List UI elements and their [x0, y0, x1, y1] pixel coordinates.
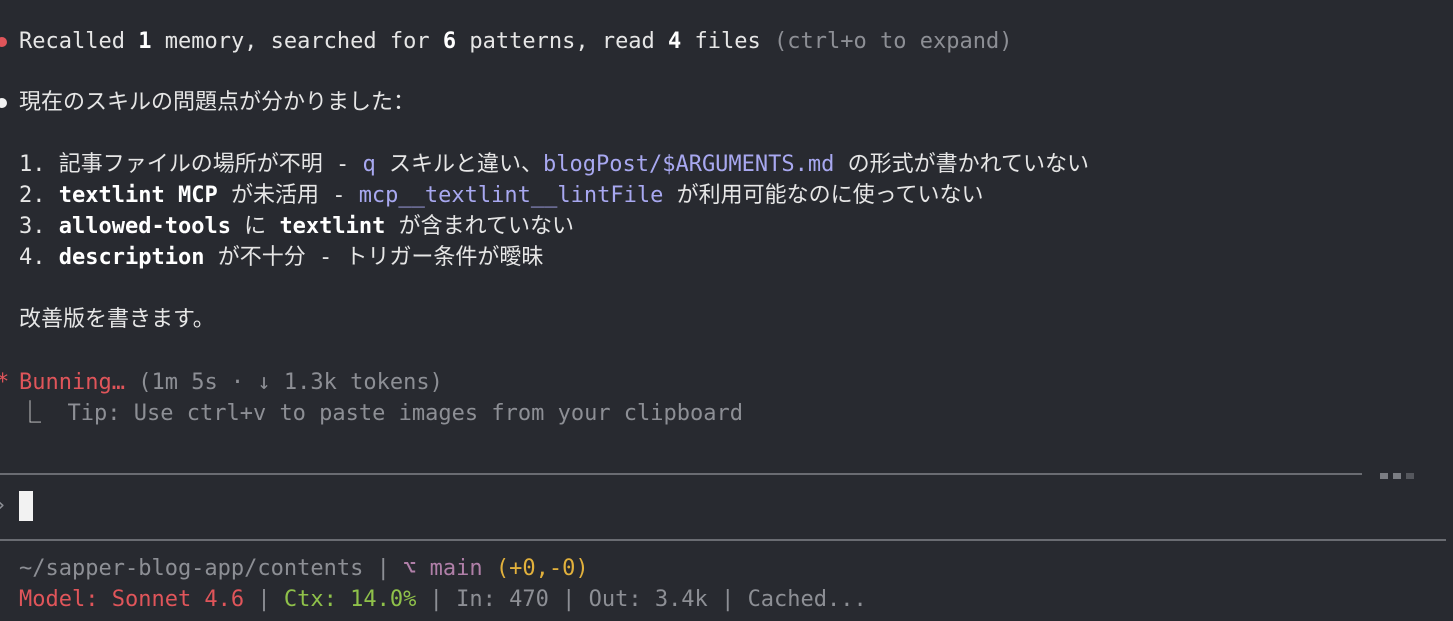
text-cursor [19, 491, 33, 521]
status-bullet-icon [0, 37, 7, 47]
message-bullet-icon [0, 98, 7, 108]
tip-text: Tip: Use ctrl+v to paste images from you… [67, 401, 744, 426]
message-intro: 現在のスキルの問題点が分かりました： [19, 90, 416, 115]
item-text: が含まれていない [385, 214, 574, 239]
pattern-count: 6 [442, 29, 457, 54]
bold-text: textlint MCP [58, 183, 218, 208]
prompt-input[interactable] [19, 489, 1419, 523]
bold-text: description [58, 245, 205, 270]
bold-text: textlint [279, 214, 386, 239]
item-text: が不十分 - トリガー条件が曖昧 [204, 245, 544, 270]
bold-text: allowed-tools [58, 214, 231, 239]
tool-summary[interactable]: Recalled 1 memory, searched for 6 patter… [19, 28, 1012, 56]
in-label: In: 470 [456, 587, 549, 612]
ctx-label: Ctx: 14.0% [283, 587, 417, 612]
list-item: 4. description が不十分 - トリガー条件が曖昧 [19, 244, 543, 272]
tip-line: ⎿ Tip: Use ctrl+v to paste images from y… [19, 400, 743, 428]
git-diff: (+0,-0) [495, 556, 589, 581]
input-bottom-divider [0, 539, 1446, 541]
item-text: が利用可能なのに使っていない [663, 183, 984, 208]
file-text: files [681, 29, 761, 54]
item-number: 4. [19, 245, 46, 270]
message-closing: 改善版を書きます。 [19, 307, 215, 332]
working-directory: ~/sapper-blog-app/contents [19, 556, 364, 581]
model-label: Model: Sonnet 4.6 [19, 587, 245, 612]
spinner-icon: * [0, 369, 9, 397]
file-count: 4 [668, 29, 682, 54]
progress-stats: (1m 5s · ↓ 1.3k tokens) [138, 370, 443, 395]
memory-text: memory, searched for [151, 29, 443, 54]
list-item: 1. 記事ファイルの場所が不明 - q スキルと違い、blogPost/$ARG… [19, 151, 1089, 179]
list-item: 3. allowed-tools に textlint が含まれていない [19, 213, 574, 241]
item-text: スキルと違い、 [375, 152, 543, 177]
pattern-text: patterns, read [456, 29, 669, 54]
out-label: Out: 3.4k [588, 587, 708, 612]
list-item: 2. textlint MCP が未活用 - mcp__textlint__li… [19, 182, 983, 210]
git-branch: main [429, 556, 483, 581]
cached-label: Cached... [747, 587, 867, 612]
branch-icon: ⌥ [403, 556, 417, 581]
memory-count: 1 [138, 29, 152, 54]
more-options-icon[interactable] [1380, 473, 1414, 479]
recalled-prefix: Recalled [19, 29, 139, 54]
item-text: の形式が書かれていない [834, 152, 1089, 177]
item-text: が未活用 - [217, 183, 359, 208]
model-statusline: Model: Sonnet 4.6 | Ctx: 14.0% | In: 470… [19, 587, 867, 612]
item-number: 3. [19, 214, 46, 239]
inline-code: mcp__textlint__lintFile [358, 183, 664, 208]
item-text: に [230, 214, 280, 239]
expand-hint: (ctrl+o to expand) [774, 29, 1013, 54]
progress-line: Bunning… (1m 5s · ↓ 1.3k tokens) [19, 369, 443, 397]
input-top-divider [0, 473, 1362, 475]
item-number: 1. [19, 152, 46, 177]
inline-code: q [362, 152, 376, 177]
tip-marker-icon: ⎿ [19, 401, 42, 426]
path-statusline: ~/sapper-blog-app/contents | ⌥ main (+0,… [19, 556, 589, 581]
prompt-marker-icon: › [0, 492, 7, 520]
item-number: 2. [19, 183, 46, 208]
progress-verb: Bunning… [19, 370, 125, 395]
inline-code: blogPost/$ARGUMENTS.md [543, 152, 835, 177]
item-text: 記事ファイルの場所が不明 - [58, 152, 363, 177]
